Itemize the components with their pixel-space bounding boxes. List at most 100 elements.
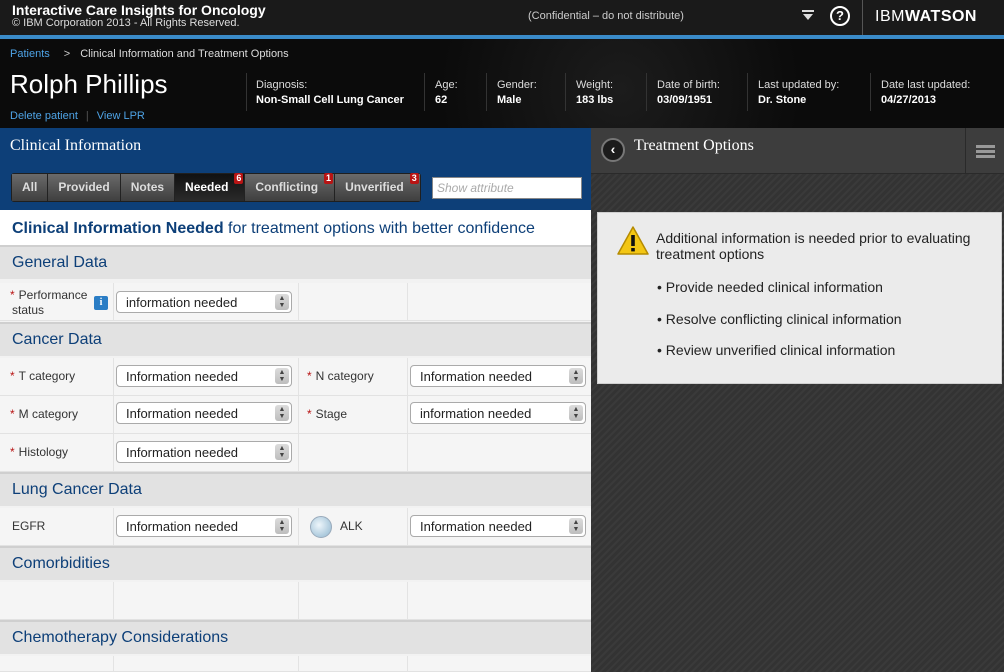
performance-status-label: * Performance xyxy=(10,288,88,302)
form-row xyxy=(0,656,591,672)
chevron-updown-icon: ▲ ▼ xyxy=(275,294,289,310)
patient-header: Patients > Clinical Information and Treatm… xyxy=(0,39,1004,128)
filter-tab-label: Provided xyxy=(58,180,110,194)
n-category-label: * N category xyxy=(307,369,374,383)
treatment-panel-title: Treatment Options xyxy=(634,137,754,154)
dob-info: Date of birth: 03/09/1951 xyxy=(657,79,720,106)
needed-heading: Clinical Information Needed for treatmen… xyxy=(0,210,591,245)
select-value: Information needed xyxy=(126,445,239,460)
diagnosis-info: Diagnosis: Non-Small Cell Lung Cancer xyxy=(256,79,404,106)
header-divider xyxy=(870,73,871,111)
select-value: Information needed xyxy=(126,406,239,421)
needed-heading-rest: for treatment options with better confid… xyxy=(223,220,535,237)
back-icon[interactable]: ‹ xyxy=(601,138,625,162)
chevron-updown-icon: ▲ ▼ xyxy=(275,405,289,421)
chevron-updown-icon: ▲ ▼ xyxy=(275,368,289,384)
breadcrumb-separator: > xyxy=(63,48,71,60)
treatment-options-panel: ‹ Treatment Options Additional informati… xyxy=(591,128,1004,672)
filter-tabs: All Provided Notes Needed 6 Conflicting 1 … xyxy=(11,173,421,202)
histology-label: * Histology xyxy=(10,445,69,459)
notice-bullet: • Review unverified clinical information xyxy=(657,342,896,358)
updated-by-label: Last updated by: xyxy=(758,79,840,91)
view-lpr-link[interactable]: View LPR xyxy=(97,110,145,122)
delete-patient-link[interactable]: Delete patient xyxy=(10,110,78,122)
form-row: EGFR Information needed ▲ ▼ ALK Informatio… xyxy=(0,508,591,546)
egfr-select[interactable]: Information needed ▲ ▼ xyxy=(116,515,292,537)
select-value: information needed xyxy=(126,295,238,310)
filter-tab-label: All xyxy=(22,180,38,194)
patient-name: Rolph Phillips xyxy=(10,69,168,99)
notice-bullet: • Provide needed clinical information xyxy=(657,279,883,295)
brand-light: IBM xyxy=(875,8,905,25)
t-category-select[interactable]: Information needed ▲ ▼ xyxy=(116,365,292,387)
notice-bullet: • Resolve conflicting clinical informati… xyxy=(657,311,902,327)
chevron-updown-icon: ▲ ▼ xyxy=(275,518,289,534)
chevron-updown-icon: ▲ ▼ xyxy=(569,405,583,421)
filter-tab-label: Unverified xyxy=(345,180,404,194)
weight-value: 183 lbs xyxy=(576,94,614,106)
select-value: Information needed xyxy=(126,369,239,384)
treatment-panel-header: ‹ Treatment Options xyxy=(591,128,1004,174)
m-category-select[interactable]: Information needed ▲ ▼ xyxy=(116,402,292,424)
info-needed-notice: Additional information is needed prior t… xyxy=(597,212,1002,384)
copyright-text: © IBM Corporation 2013 - All Rights Rese… xyxy=(12,17,240,29)
app-topbar: Interactive Care Insights for Oncology ©… xyxy=(0,0,1004,35)
header-divider xyxy=(424,73,425,111)
select-value: Information needed xyxy=(126,519,239,534)
performance-status-label-line2: status xyxy=(12,303,45,317)
form-row: * Performance status i information needed… xyxy=(0,283,591,321)
dob-value: 03/09/1951 xyxy=(657,94,713,106)
select-value: Information needed xyxy=(420,369,533,384)
alk-select[interactable]: Information needed ▲ ▼ xyxy=(410,515,586,537)
weight-label: Weight: xyxy=(576,79,614,91)
form-row xyxy=(0,582,591,620)
filter-tab-provided[interactable]: Provided xyxy=(48,174,121,201)
age-label: Age: xyxy=(435,79,458,91)
header-divider xyxy=(747,73,748,111)
form-row: * Histology Information needed ▲ ▼ xyxy=(0,434,591,472)
form-row: * T category Information needed ▲ ▼ * N cate… xyxy=(0,358,591,396)
form-row: * M category Information needed ▲ ▼ * Stage … xyxy=(0,396,591,434)
show-attribute-input[interactable] xyxy=(432,177,582,199)
filter-tab-notes[interactable]: Notes xyxy=(120,174,176,201)
t-category-label: * T category xyxy=(10,369,76,383)
clinical-information-panel: Clinical Information All Provided Notes … xyxy=(0,128,591,672)
info-icon[interactable]: i xyxy=(94,296,108,310)
filter-tab-unverified[interactable]: Unverified 3 xyxy=(335,173,420,201)
updated-date-value: 04/27/2013 xyxy=(881,94,937,106)
header-divider xyxy=(646,73,647,111)
chevron-updown-icon: ▲ ▼ xyxy=(275,444,289,460)
section-lung-cancer-data: Lung Cancer Data xyxy=(0,472,591,506)
menu-icon[interactable] xyxy=(965,128,1004,174)
diagnosis-label: Diagnosis: xyxy=(256,79,308,91)
breadcrumb-patients-link[interactable]: Patients xyxy=(10,48,50,60)
n-category-select[interactable]: Information needed ▲ ▼ xyxy=(410,365,586,387)
needed-heading-bold: Clinical Information Needed xyxy=(12,220,224,237)
histology-select[interactable]: Information needed ▲ ▼ xyxy=(116,441,292,463)
patient-links: Delete patient | View LPR xyxy=(10,110,145,122)
filter-tab-all[interactable]: All xyxy=(12,174,49,201)
filter-tab-needed[interactable]: Needed 6 xyxy=(175,173,246,201)
updated-date-info: Date last updated: 04/27/2013 xyxy=(881,79,970,106)
help-icon[interactable]: ? xyxy=(830,6,850,26)
alk-label: ALK xyxy=(340,519,363,533)
filter-icon[interactable] xyxy=(802,9,814,23)
globe-icon[interactable] xyxy=(310,516,332,538)
dob-label: Date of birth: xyxy=(657,79,720,91)
topbar-divider xyxy=(862,0,863,35)
updated-by-value: Dr. Stone xyxy=(758,94,807,106)
filter-tab-label: Conflicting xyxy=(255,180,319,194)
chevron-updown-icon: ▲ ▼ xyxy=(569,368,583,384)
m-category-label: * M category xyxy=(10,407,79,421)
stage-label: * Stage xyxy=(307,407,348,421)
stage-select[interactable]: information needed ▲ ▼ xyxy=(410,402,586,424)
age-value: 62 xyxy=(435,94,448,106)
ibm-watson-logo: IBMWATSON xyxy=(875,8,977,26)
egfr-label: EGFR xyxy=(12,519,46,533)
weight-info: Weight: 183 lbs xyxy=(576,79,613,106)
clinical-panel-title: Clinical Information xyxy=(10,137,142,154)
performance-status-select[interactable]: information needed ▲ ▼ xyxy=(116,291,292,313)
filter-tab-conflicting[interactable]: Conflicting 1 xyxy=(245,173,336,201)
diagnosis-value: Non-Small Cell Lung Cancer xyxy=(256,94,404,106)
header-divider xyxy=(486,73,487,111)
